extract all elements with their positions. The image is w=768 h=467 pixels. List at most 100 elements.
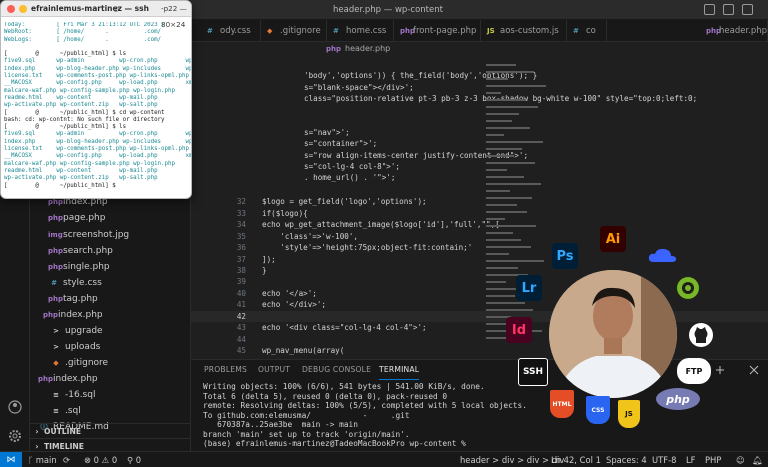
tree-item[interactable]: > uploads xyxy=(30,339,191,355)
panel-tab-terminal[interactable]: TERMINAL xyxy=(379,360,420,380)
terminal-line: Writing objects: 100% (6/6), 541 bytes |… xyxy=(203,382,485,391)
ssh-line: readme.html wp-content wp-mail.php xyxy=(4,167,158,174)
tree-item[interactable]: phpindex.php xyxy=(30,307,191,323)
tree-item[interactable]: phpsingle.php xyxy=(30,259,191,275)
tree-item[interactable]: # style.css xyxy=(30,275,191,291)
tree-item[interactable]: phptag.php xyxy=(30,291,191,307)
terminal-output[interactable]: Writing objects: 100% (6/6), 541 bytes |… xyxy=(203,382,533,452)
status-breadcrumb[interactable]: header > div > div > div xyxy=(460,452,564,467)
code-line[interactable] xyxy=(191,104,768,115)
ssh-line: index.php wp-blog-header.php wp-includes… xyxy=(4,138,191,145)
chevron-right-icon: › xyxy=(35,427,39,436)
terminal-line: branch 'main' set up to track 'origin/ma… xyxy=(203,429,410,439)
tree-item[interactable]: ≡ .sql xyxy=(30,403,191,419)
tree-item[interactable]: > upgrade xyxy=(30,323,191,339)
tree-item-label: single.php xyxy=(63,262,110,272)
minimap-line xyxy=(486,78,508,80)
line-ending[interactable]: LF xyxy=(686,452,695,467)
tree-item-label: index.php xyxy=(58,310,103,320)
branch-status[interactable]: ᚴ main xyxy=(28,452,57,467)
file-type-icon: ◆ xyxy=(267,27,273,35)
code-line[interactable]: s="row align-items-center justify-conten… xyxy=(191,150,768,161)
minimap-line xyxy=(486,141,543,143)
editor-tab[interactable]: phpheader.php xyxy=(700,20,768,41)
ssh-terminal-output[interactable]: Today: [ Fri Mar 3 21:13:12 UTC 2023 ] We… xyxy=(4,22,191,198)
settings-gear-icon[interactable] xyxy=(9,430,21,442)
language-mode[interactable]: PHP xyxy=(705,452,721,467)
code-text: 'class'=>'w-100', xyxy=(262,232,359,241)
code-text: echo '</a>'; xyxy=(262,289,317,298)
status-bar: ⋈ ᚴ main ⟳ ⊗ 0 ⚠ 0 ⚲ 0 header > div > di… xyxy=(0,451,768,467)
tree-item-label: tag.php xyxy=(63,294,98,304)
file-type-icon: php xyxy=(706,27,722,35)
code-line[interactable]: s="blank-space"></div>'; xyxy=(191,82,768,93)
account-icon[interactable] xyxy=(8,400,22,414)
minimap-line xyxy=(486,148,522,150)
ssh-line: bash: cd: wp-contnt: No such file or dir… xyxy=(4,116,165,123)
tab-label: home.css xyxy=(346,26,387,36)
code-line[interactable]: 'body','options')) { the_field('body','o… xyxy=(191,70,768,81)
sync-icon: ⟳ xyxy=(63,455,71,465)
editor-tab[interactable]: JS aos-custom.js xyxy=(481,20,567,41)
minimize-window-button[interactable] xyxy=(19,5,27,13)
ssh-line: readme.html wp-content wp-mail.php xyxy=(4,94,158,101)
toggle-sidebar-icon[interactable] xyxy=(704,4,715,15)
file-icon: ≡ xyxy=(53,407,59,415)
close-window-button[interactable] xyxy=(7,5,15,13)
html5-badge: HTML xyxy=(550,390,574,418)
tree-item[interactable]: phppage.php xyxy=(30,210,191,226)
code-text: s="col-lg-4 col-8">'; xyxy=(304,162,401,171)
ports-status[interactable]: ⚲ 0 xyxy=(127,452,141,467)
tree-item[interactable]: ◆ .gitignore xyxy=(30,355,191,371)
editor-tab[interactable]: phpfront-page.php xyxy=(394,20,481,41)
encoding[interactable]: UTF-8 xyxy=(652,452,676,467)
code-line[interactable]: 32 $logo = get_field('logo','options'); xyxy=(191,196,768,207)
editor-tab[interactable]: ◆ .gitignore xyxy=(261,20,327,41)
code-line[interactable]: 33 if($logo){ xyxy=(191,208,768,219)
outline-section[interactable]: › OUTLINE xyxy=(30,423,191,438)
code-line[interactable]: s="container">'; xyxy=(191,138,768,149)
problems-status[interactable]: ⊗ 0 ⚠ 0 xyxy=(84,452,117,467)
cursor-position[interactable]: Ln 42, Col 1 xyxy=(551,452,601,467)
panel-tab-output[interactable]: OUTPUT xyxy=(258,360,290,380)
ssh-terminal-window[interactable]: efrainlemus-martinez — ssh ◎ -p22 — 80×2… xyxy=(0,0,192,199)
sync-status[interactable]: ⟳ xyxy=(63,452,70,467)
code-line[interactable]: s="col-lg-4 col-8">'; xyxy=(191,161,768,172)
toggle-secondary-sidebar-icon[interactable] xyxy=(742,4,753,15)
minimap-line xyxy=(486,134,504,136)
tree-item-label: search.php xyxy=(63,246,113,256)
tree-item[interactable]: phpsearch.php xyxy=(30,243,191,259)
editor-tab[interactable]: # co xyxy=(567,20,607,41)
feedback-icon[interactable]: ☺ xyxy=(736,452,745,467)
panel-tab-problems[interactable]: PROBLEMS xyxy=(204,360,247,380)
photoshop-badge: Ps xyxy=(552,243,578,269)
line-number: 38 xyxy=(236,266,246,275)
minimap-line xyxy=(486,218,505,220)
line-number: 34 xyxy=(236,220,246,229)
minimap-line xyxy=(486,204,517,206)
editor-tab[interactable]: # ody.css xyxy=(201,20,261,41)
panel-tab-debug-console[interactable]: DEBUG CONSOLE xyxy=(302,360,371,380)
line-number: 42 xyxy=(236,312,246,321)
ssh-line: WebLogs: [ /home/ . .com/ /logs ] xyxy=(4,36,162,43)
code-line[interactable]: class="position-relative pt-3 pb-3 z-3 b… xyxy=(191,93,768,104)
editor-tab[interactable]: # home.css xyxy=(327,20,394,41)
indesign-badge: Id xyxy=(506,317,532,343)
file-type-icon: # xyxy=(573,27,579,35)
code-text: } xyxy=(262,266,267,275)
tree-item[interactable]: ≡ -16.sql xyxy=(30,387,191,403)
ssh-line: malcare-waf.php wp-config-sample.php wp-… xyxy=(4,160,176,167)
tree-item[interactable]: imgscreenshot.jpg xyxy=(30,227,191,243)
minimap-line xyxy=(486,183,541,185)
branch-icon: ᚴ xyxy=(28,455,36,465)
remote-indicator[interactable]: ⋈ xyxy=(0,452,22,467)
ssh-line: index.php wp-blog-header.php wp-includes… xyxy=(4,65,191,72)
notifications-icon[interactable]: 🔔︎ xyxy=(752,452,763,467)
toggle-panel-icon[interactable] xyxy=(723,4,734,15)
ssh-line: wp-activate.php wp-content.zip wp-salt.p… xyxy=(4,102,158,109)
tree-item-label: index.php xyxy=(53,374,98,384)
code-line[interactable]: . home_url() . '">'; xyxy=(191,172,768,183)
indentation[interactable]: Spaces: 4 xyxy=(606,452,647,467)
code-line[interactable]: s="nav">'; xyxy=(191,127,768,138)
tree-item[interactable]: phpindex.php xyxy=(30,371,191,387)
